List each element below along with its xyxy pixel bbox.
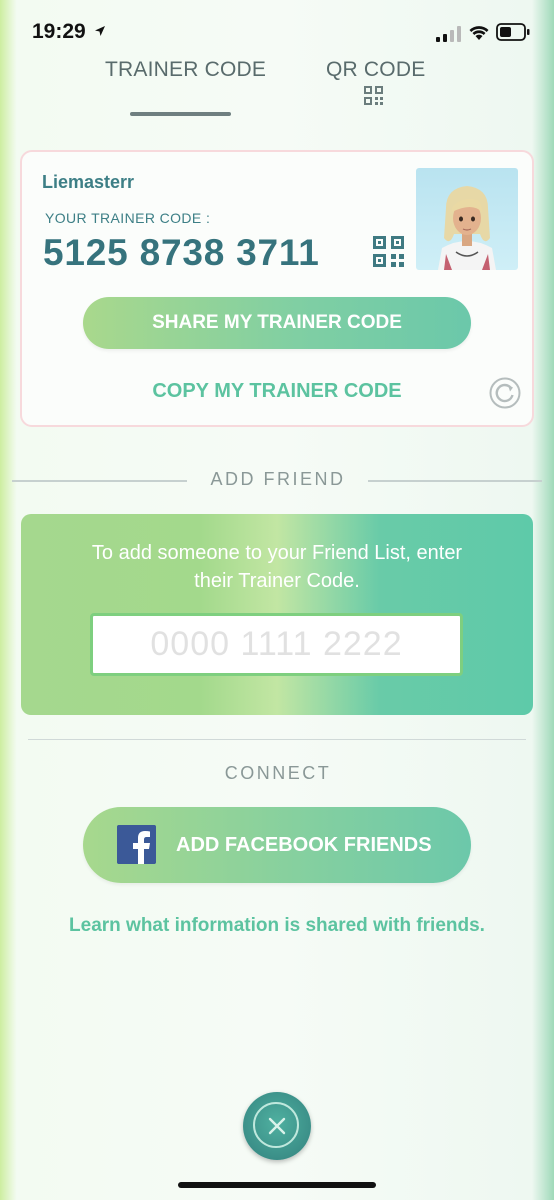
qr-code-icon bbox=[364, 86, 383, 105]
facebook-icon bbox=[117, 825, 156, 864]
home-indicator bbox=[178, 1182, 376, 1188]
tab-qr-code[interactable]: QR CODE bbox=[326, 58, 425, 82]
status-bar: 19:29 bbox=[0, 0, 554, 60]
status-time: 19:29 bbox=[32, 20, 86, 43]
add-friend-divider-right bbox=[368, 480, 542, 482]
active-tab-indicator bbox=[130, 112, 231, 116]
copy-trainer-code-button[interactable]: COPY MY TRAINER CODE bbox=[60, 380, 494, 403]
qr-code-icon[interactable] bbox=[373, 236, 404, 267]
add-facebook-friends-label: ADD FACEBOOK FRIENDS bbox=[176, 834, 432, 856]
refresh-icon[interactable] bbox=[489, 377, 521, 409]
cellular-signal-icon bbox=[436, 26, 461, 42]
trainer-code-value: 5125 8738 3711 bbox=[43, 232, 320, 273]
battery-icon bbox=[496, 23, 530, 41]
learn-info-shared-link[interactable]: Learn what information is shared with fr… bbox=[40, 915, 514, 937]
trainer-username: Liemasterr bbox=[42, 172, 135, 192]
close-icon bbox=[268, 1117, 286, 1135]
avatar-illustration bbox=[438, 186, 496, 270]
share-trainer-code-button[interactable]: SHARE MY TRAINER CODE bbox=[83, 297, 471, 349]
add-friend-instructions: To add someone to your Friend List, ente… bbox=[91, 542, 463, 592]
connect-heading: CONNECT bbox=[224, 763, 332, 783]
tab-trainer-code[interactable]: TRAINER CODE bbox=[105, 58, 266, 82]
location-arrow-icon bbox=[95, 26, 105, 36]
wifi-icon bbox=[469, 26, 489, 40]
add-friend-divider-left bbox=[12, 480, 187, 482]
add-friend-heading: ADD FRIEND bbox=[210, 469, 346, 489]
trainer-code-input[interactable] bbox=[90, 613, 463, 676]
trainer-avatar bbox=[416, 168, 518, 270]
connect-divider bbox=[28, 739, 526, 740]
trainer-code-label: YOUR TRAINER CODE : bbox=[45, 210, 211, 226]
